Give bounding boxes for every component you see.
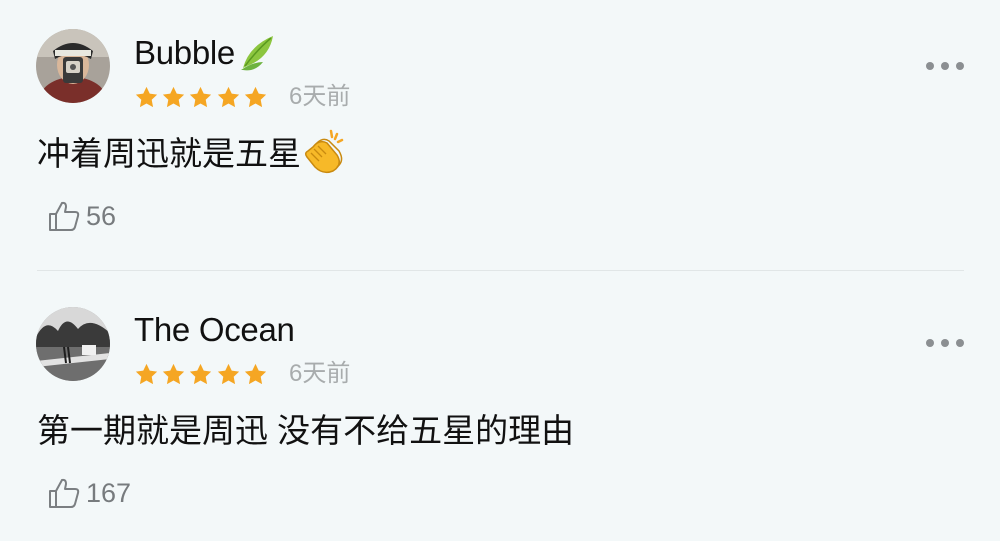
- avatar[interactable]: [36, 29, 110, 103]
- star-icon: [163, 86, 185, 107]
- more-options-button[interactable]: [926, 60, 964, 72]
- more-dot-icon: [941, 62, 949, 70]
- comment-card: Bubble 6天前 冲着周迅就是五星 56: [0, 0, 1000, 270]
- star-rating: [134, 84, 270, 110]
- leaf-icon: [239, 32, 279, 72]
- comment-content: 第一期就是周迅 没有不给五星的理由: [37, 410, 574, 452]
- username[interactable]: The Ocean: [134, 310, 295, 350]
- more-dot-icon: [926, 339, 934, 347]
- like-count: 56: [86, 201, 117, 231]
- star-icon: [163, 363, 185, 384]
- like-button[interactable]: 167: [46, 473, 131, 513]
- comment-time: 6天前: [289, 360, 351, 387]
- comment-time: 6天前: [289, 83, 351, 110]
- more-options-button[interactable]: [926, 337, 964, 349]
- star-icon: [190, 86, 212, 107]
- username[interactable]: Bubble: [134, 33, 279, 75]
- like-count: 167: [86, 478, 132, 508]
- thumbs-up-icon: [49, 478, 80, 508]
- more-dot-icon: [956, 62, 964, 70]
- comment-text: 第一期就是周迅 没有不给五星的理由: [37, 412, 575, 449]
- star-icon: [217, 363, 239, 384]
- like-button[interactable]: 56: [46, 196, 116, 236]
- thumbs-up-icon: [49, 201, 80, 231]
- more-dot-icon: [926, 62, 934, 70]
- username-text: The Ocean: [134, 311, 295, 348]
- more-dot-icon: [956, 339, 964, 347]
- avatar[interactable]: [36, 307, 110, 381]
- comment-card: The Ocean 6天前 第一期就是周迅 没有不给五星的理由 167: [0, 271, 1000, 541]
- more-dot-icon: [941, 339, 949, 347]
- star-icon: [244, 86, 266, 107]
- star-icon: [217, 86, 239, 107]
- star-icon: [244, 363, 266, 384]
- comment-text: 冲着周迅就是五星: [37, 135, 301, 172]
- comment-content: 冲着周迅就是五星: [37, 130, 347, 179]
- star-icon: [190, 363, 212, 384]
- star-icon: [135, 363, 158, 384]
- clapping-hands-icon: [301, 129, 347, 175]
- star-icon: [135, 86, 158, 107]
- username-text: Bubble: [134, 34, 235, 71]
- star-rating: [134, 361, 270, 387]
